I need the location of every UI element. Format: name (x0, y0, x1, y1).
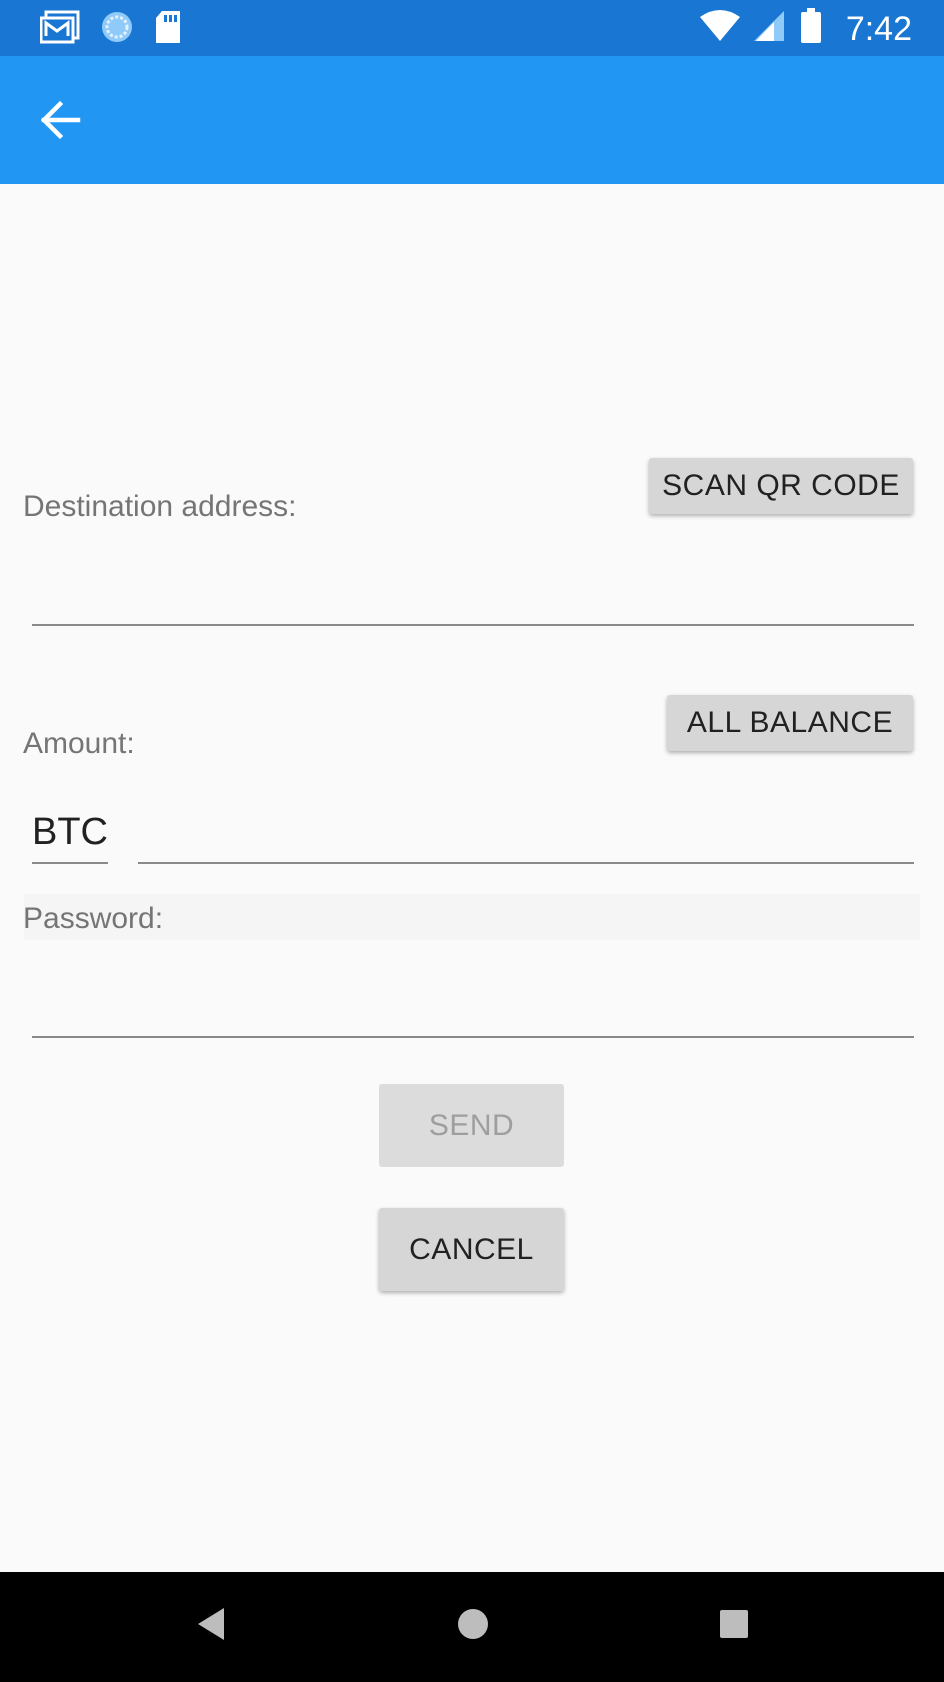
sync-icon (100, 10, 134, 49)
battery-icon (800, 8, 822, 49)
amount-field[interactable] (138, 804, 914, 864)
amount-label: Amount: (23, 727, 135, 760)
destination-label: Destination address: (23, 490, 297, 523)
status-clock: 7:42 (845, 9, 912, 48)
send-button[interactable]: SEND (379, 1084, 564, 1167)
wifi-icon (699, 9, 740, 48)
send-screen: 7:42 Destination address: SCAN QR CODE A… (0, 0, 944, 1682)
scan-qr-code-button[interactable]: SCAN QR CODE (649, 458, 913, 514)
app-bar (0, 56, 944, 184)
amount-input[interactable] (138, 804, 914, 862)
arrow-back-icon[interactable] (36, 96, 88, 144)
cell-signal-icon (753, 9, 786, 48)
password-label: Password: (23, 902, 164, 935)
currency-selector[interactable]: BTC (32, 806, 108, 864)
nav-home-icon[interactable] (456, 1606, 490, 1647)
sd-card-icon (154, 10, 182, 49)
all-balance-button[interactable]: ALL BALANCE (667, 695, 913, 751)
destination-field[interactable] (32, 566, 914, 626)
password-field[interactable] (32, 978, 914, 1038)
gmail-icon (39, 10, 80, 49)
nav-recents-icon[interactable] (719, 1606, 749, 1647)
destination-input[interactable] (32, 566, 914, 624)
password-input[interactable] (32, 978, 914, 1036)
nav-back-icon[interactable] (196, 1606, 226, 1647)
cancel-button[interactable]: CANCEL (379, 1208, 564, 1291)
navigation-bar (0, 1572, 944, 1682)
status-bar: 7:42 (0, 0, 944, 56)
